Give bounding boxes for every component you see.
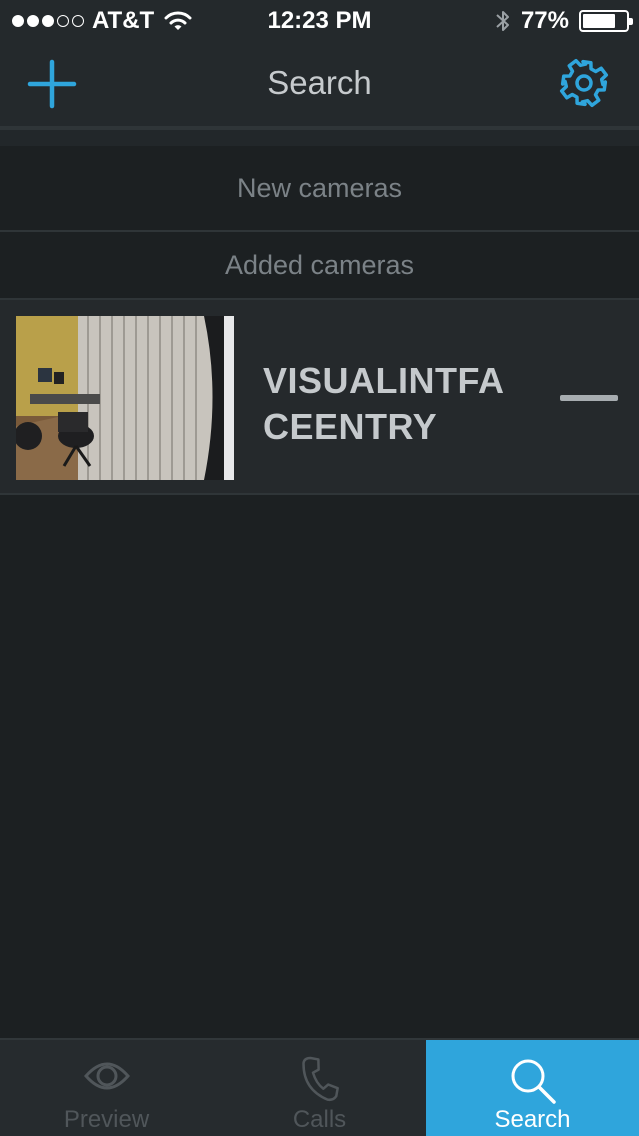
header-spacer [0, 128, 639, 146]
section-added-cameras[interactable]: Added cameras [0, 232, 639, 300]
camera-name: VISUALINTFA CEENTRY [263, 360, 505, 447]
camera-thumbnail [16, 316, 234, 480]
phone-icon [301, 1056, 339, 1102]
section-new-cameras-label: New cameras [236, 172, 403, 203]
settings-button[interactable] [557, 56, 613, 112]
tab-calls[interactable]: Calls [213, 1040, 426, 1136]
page-title: Search [267, 64, 372, 101]
tab-preview[interactable]: Preview [0, 1040, 213, 1136]
search-icon [511, 1059, 556, 1104]
navigation-bar: Search [0, 40, 639, 128]
remove-camera-button[interactable] [560, 395, 618, 401]
battery-fill [583, 14, 616, 28]
tab-bar: Preview Calls Search [0, 1038, 639, 1136]
status-bar: AT&T 12:23 PM 77% [0, 0, 639, 40]
eye-icon [83, 1062, 130, 1090]
battery-icon [579, 10, 633, 32]
tab-preview-label: Preview [63, 1106, 150, 1133]
tab-calls-label: Calls [292, 1106, 347, 1133]
camera-list-item[interactable]: VISUALINTFA CEENTRY [0, 300, 639, 495]
bluetooth-icon [496, 11, 509, 31]
tab-search[interactable]: Search [426, 1040, 639, 1136]
section-added-cameras-label: Added cameras [224, 249, 415, 280]
tab-search-label: Search [494, 1106, 571, 1133]
status-right: 77% [495, 7, 633, 35]
section-new-cameras[interactable]: New cameras [0, 146, 639, 232]
battery-percent: 77% [520, 7, 569, 34]
gear-icon [559, 58, 609, 108]
